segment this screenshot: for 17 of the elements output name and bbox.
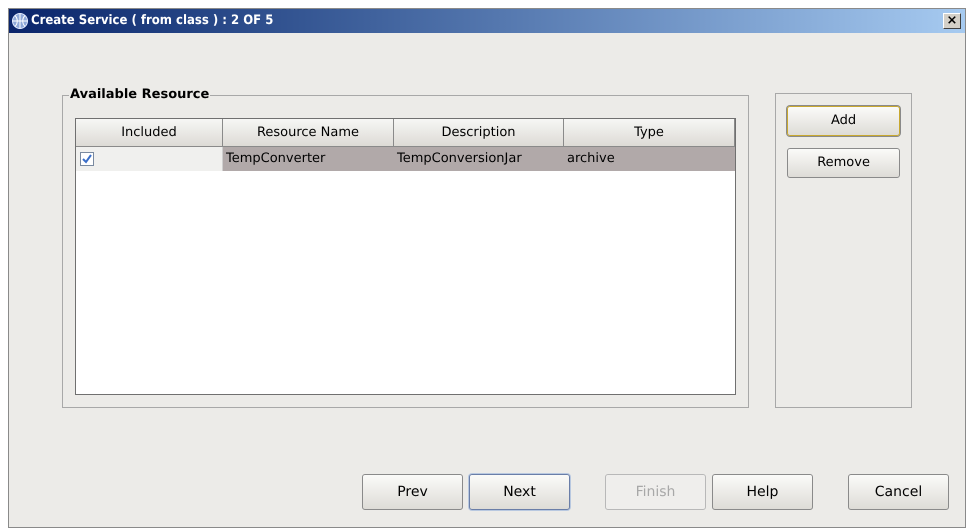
column-header[interactable]: Type <box>564 119 735 147</box>
table-cell: TempConverter <box>223 147 394 171</box>
side-button[interactable]: Add <box>787 106 900 136</box>
dialog-button[interactable]: Prev <box>362 474 463 510</box>
globe-icon <box>11 12 29 30</box>
window-title: Create Service ( from class ) : 2 OF 5 <box>31 12 274 30</box>
dialog-button[interactable]: Next <box>469 474 570 510</box>
side-button[interactable]: Remove <box>787 148 900 178</box>
column-header[interactable]: Included <box>76 119 223 147</box>
table-cell: archive <box>564 147 735 171</box>
dialog-button[interactable]: Help <box>712 474 813 510</box>
close-button[interactable]: × <box>943 13 961 29</box>
column-header[interactable]: Description <box>394 119 564 147</box>
table-cell: TempConversionJar <box>394 147 564 171</box>
checkbox[interactable] <box>80 152 94 166</box>
dialog-button[interactable]: Cancel <box>848 474 949 510</box>
column-header[interactable]: Resource Name <box>223 119 394 147</box>
